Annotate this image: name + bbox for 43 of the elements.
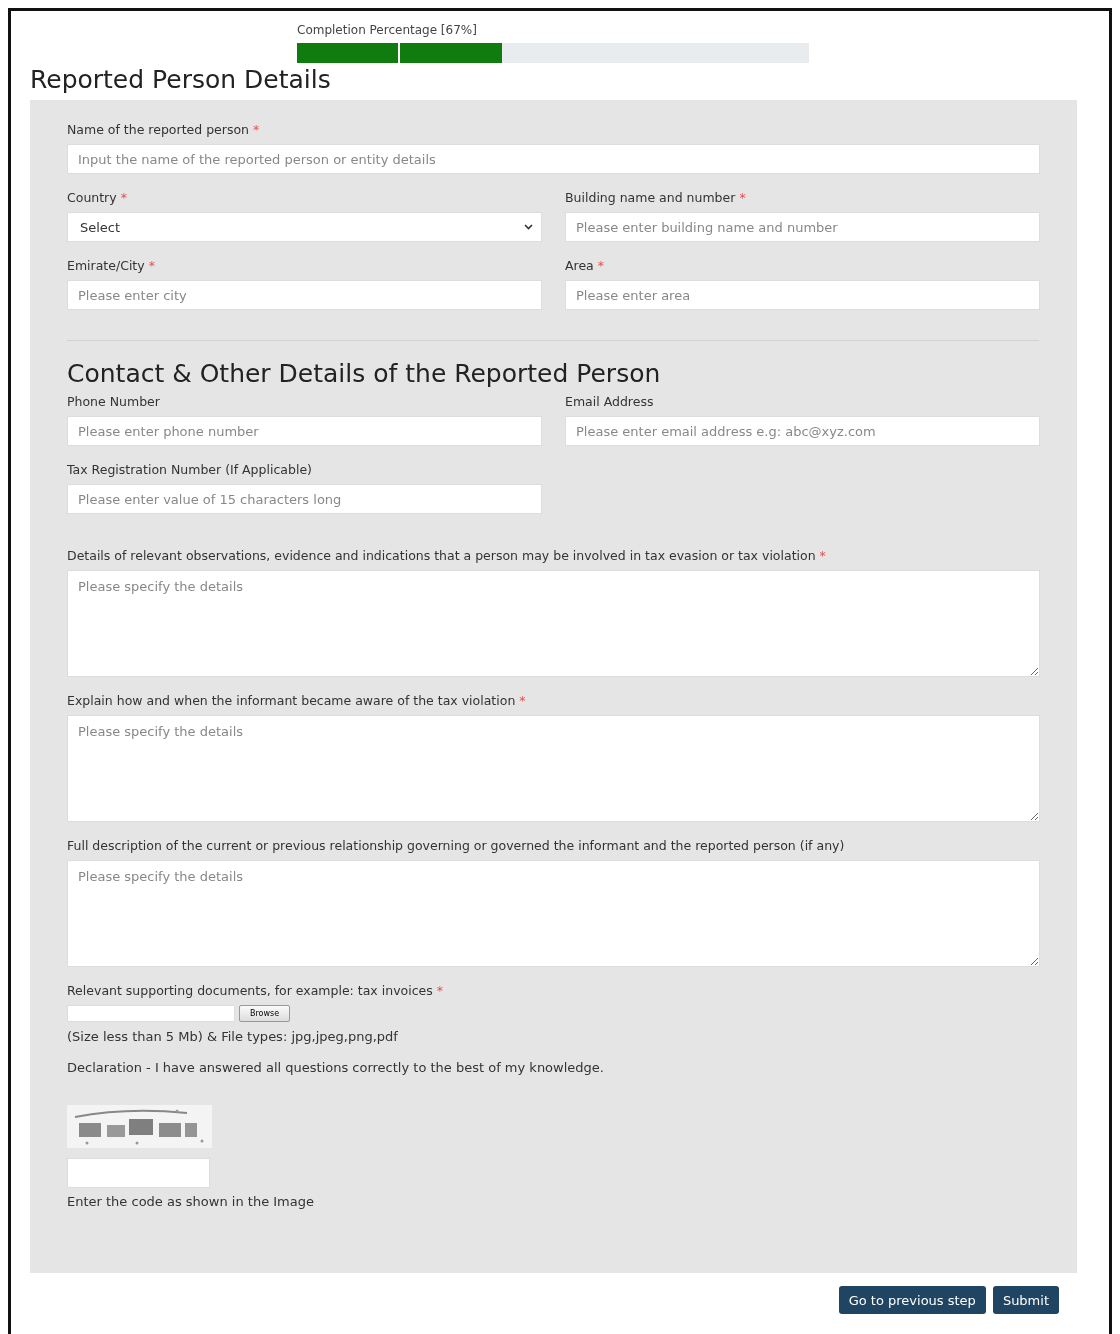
browse-button[interactable]: Browse	[239, 1005, 291, 1022]
field-label: Full description of the current or previous relationship governing or governed the informant and the reported person (if any)	[67, 838, 846, 853]
required-asterisk: *	[739, 190, 746, 205]
text-field[interactable]: Please enter email address e.g: abc@xyz.com	[565, 416, 1040, 446]
file-field[interactable]	[67, 1005, 235, 1022]
details-textarea[interactable]: Please specify the details	[67, 570, 1040, 677]
field-label: Name of the reported person *	[67, 122, 261, 137]
required-asterisk: *	[819, 548, 826, 563]
field-label: Email Address	[565, 394, 655, 409]
captcha-input[interactable]	[67, 1158, 210, 1188]
required-asterisk: *	[148, 258, 155, 273]
captcha-hint: Enter the code as shown in the Image	[67, 1194, 315, 1209]
submit-button[interactable]: Submit	[992, 1286, 1059, 1314]
required-asterisk: *	[120, 190, 127, 205]
text-field[interactable]: Please enter value of 15 characters long	[67, 484, 542, 514]
required-asterisk: *	[597, 258, 605, 273]
country-select[interactable]: Select	[67, 212, 542, 242]
page-title: Reported Person Details	[30, 65, 331, 94]
text-field[interactable]: Please enter building name and number	[565, 212, 1040, 242]
field-label: Explain how and when the informant became aware of the tax violation *	[67, 693, 527, 708]
text-field[interactable]: Please enter area	[565, 280, 1040, 310]
field-label: Emirate/City *	[67, 258, 156, 273]
text-field[interactable]: Input the name of the reported person or entity details	[67, 144, 1040, 174]
required-asterisk: *	[253, 122, 260, 137]
field-label: Details of relevant observations, evidence and indications that a person may be involved in tax evasion or tax violation *	[67, 548, 827, 563]
field-label: Relevant supporting documents, for example: tax invoices *	[67, 983, 444, 998]
text-field[interactable]: Please enter city	[67, 280, 542, 310]
field-label: Tax Registration Number (If Applicable)	[67, 462, 313, 477]
details-textarea[interactable]: Please specify the details	[67, 715, 1040, 822]
field-label: Building name and number *	[565, 190, 747, 205]
previous-step-button[interactable]: Go to previous step	[838, 1286, 986, 1314]
field-label: Country *	[67, 190, 128, 205]
text-field[interactable]: Please enter phone number	[67, 416, 542, 446]
file-hint: (Size less than 5 Mb) & File types: jpg,jpeg,png,pdf	[67, 1029, 399, 1044]
field-label: Area *	[565, 258, 606, 273]
section-heading: Contact & Other Details of the Reported Person	[67, 359, 662, 388]
field-label: Phone Number	[67, 394, 161, 409]
details-textarea[interactable]: Please specify the details	[67, 860, 1040, 967]
required-asterisk: *	[436, 983, 443, 998]
declaration-text: Declaration - I have answered all questions correctly to the best of my knowledge.	[67, 1060, 605, 1075]
progress-label: Completion Percentage [67%]	[297, 23, 478, 37]
required-asterisk: *	[519, 693, 526, 708]
chevron-down-icon	[524, 224, 533, 230]
